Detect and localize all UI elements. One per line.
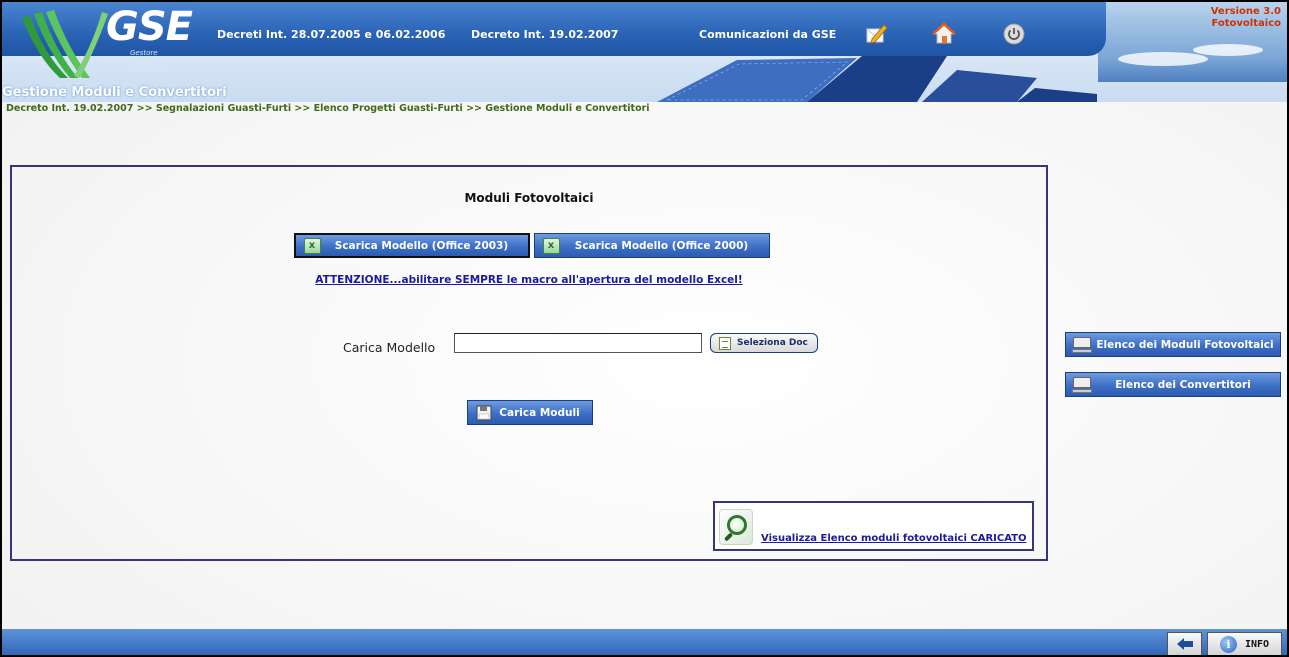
download-model-2000-button[interactable]: x Scarica Modello (Office 2000) — [534, 233, 770, 258]
logo-sub-line: Gestore — [130, 49, 158, 57]
info-icon: i — [1219, 635, 1237, 653]
logo-sub-line: Energetici — [130, 65, 166, 73]
cloud — [1118, 52, 1208, 66]
list-modules-button[interactable]: Elenco dei Moduli Fotovoltaici — [1065, 332, 1281, 357]
version-product: Fotovoltaico — [1211, 18, 1281, 29]
cloud — [1193, 44, 1263, 56]
magnifier-icon — [719, 509, 753, 545]
nav-decreto-2007[interactable]: Decreto Int. 19.02.2007 — [471, 28, 618, 41]
excel-icon: x — [542, 237, 560, 254]
breadcrumb-item-gestione: Gestione Moduli e Convertitori — [485, 103, 650, 114]
power-icon[interactable] — [1002, 22, 1026, 46]
select-document-button[interactable]: Seleziona Doc — [710, 333, 818, 353]
macro-warning-link[interactable]: ATTENZIONE...abilitare SEMPRE le macro a… — [12, 274, 1046, 286]
computer-icon — [1072, 376, 1092, 393]
version-label: Versione 3.0 Fotovoltaico — [1211, 6, 1281, 30]
list-converters-button[interactable]: Elenco dei Convertitori — [1065, 372, 1281, 397]
floppy-icon — [475, 404, 493, 421]
app-window: GSE Gestore Servizi Energetici Decreti I… — [0, 0, 1289, 657]
footer-bar: i INFO — [2, 629, 1287, 655]
logo-text: GSE — [106, 4, 193, 50]
breadcrumb-item-elenco-progetti[interactable]: Elenco Progetti Guasti-Furti — [314, 103, 463, 114]
download-model-2003-button[interactable]: x Scarica Modello (Office 2003) — [294, 233, 530, 258]
logo-sub-line: Servizi — [130, 57, 154, 65]
version-number: Versione 3.0 — [1210, 6, 1281, 17]
home-icon[interactable] — [932, 22, 956, 46]
breadcrumb-separator: >> — [466, 103, 482, 114]
button-label: Carica Moduli — [499, 406, 580, 419]
excel-icon: x — [303, 237, 321, 254]
breadcrumb-separator: >> — [294, 103, 311, 114]
panel-title: Moduli Fotovoltaici — [464, 191, 594, 205]
logo-subtitle: Gestore Servizi Energetici — [130, 49, 165, 73]
back-arrow-icon — [1176, 638, 1193, 650]
info-label: INFO — [1244, 638, 1270, 650]
edit-icon[interactable] — [864, 22, 888, 46]
back-button[interactable] — [1167, 632, 1202, 655]
button-label: Seleziona Doc — [737, 338, 808, 348]
page-title: Gestione Moduli e Convertitori — [2, 85, 227, 100]
solar-panels-image — [657, 56, 1097, 102]
breadcrumb-item-segnalazioni[interactable]: Segnalazioni Guasti-Furti — [156, 103, 291, 114]
breadcrumb: Decreto Int. 19.02.2007 >> Segnalazioni … — [6, 103, 650, 114]
view-loaded-modules-box[interactable]: Visualizza Elenco moduli fotovoltaici CA… — [713, 501, 1034, 551]
file-path-input[interactable] — [454, 333, 702, 353]
breadcrumb-separator: >> — [136, 103, 153, 114]
button-label: Scarica Modello (Office 2000) — [574, 239, 749, 252]
button-label: Elenco dei Moduli Fotovoltaici — [1096, 338, 1274, 351]
header: GSE Gestore Servizi Energetici Decreti I… — [2, 2, 1287, 102]
upload-label: Carica Modello — [343, 340, 436, 355]
info-button[interactable]: i INFO — [1207, 632, 1282, 655]
view-loaded-modules-link[interactable]: Visualizza Elenco moduli fotovoltaici CA… — [761, 533, 1026, 544]
upload-modules-button[interactable]: Carica Moduli — [467, 400, 593, 425]
button-label: Scarica Modello (Office 2003) — [334, 239, 509, 252]
button-label: Elenco dei Convertitori — [1115, 378, 1251, 391]
breadcrumb-item-decreto[interactable]: Decreto Int. 19.02.2007 — [6, 103, 133, 114]
logo-wave-icon — [22, 10, 108, 78]
gse-logo[interactable]: GSE Gestore Servizi Energetici — [2, 2, 207, 92]
nav-comunicazioni[interactable]: Comunicazioni da GSE — [699, 28, 836, 41]
nav-decreti-2005-2006[interactable]: Decreti Int. 28.07.2005 e 06.02.2006 — [217, 28, 445, 41]
computer-icon — [1072, 336, 1092, 353]
document-icon — [719, 336, 731, 350]
moduli-panel: Moduli Fotovoltaici x Scarica Modello (O… — [10, 165, 1048, 561]
